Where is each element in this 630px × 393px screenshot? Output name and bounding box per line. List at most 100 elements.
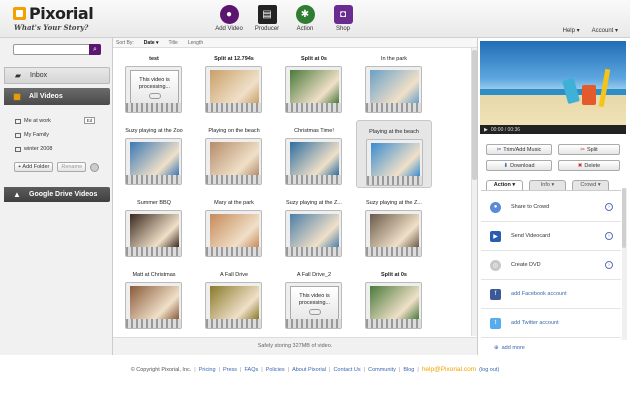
button-label: Split: [586, 146, 598, 153]
video-card[interactable]: Split at 12.794s: [196, 48, 272, 116]
video-player[interactable]: [480, 41, 626, 125]
nav-producer[interactable]: ▤ Producer: [248, 5, 286, 32]
video-card[interactable]: Summer BBQ: [116, 192, 192, 260]
video-card[interactable]: In the park: [356, 48, 432, 116]
footer-link-contact[interactable]: Contact Us: [333, 367, 360, 373]
pixorial-logo-icon: [13, 6, 26, 20]
help-email[interactable]: help@Pixorial.com: [422, 366, 476, 373]
video-card[interactable]: test This video is processing...: [116, 48, 192, 116]
video-card[interactable]: Mary at the park: [196, 192, 272, 260]
filmstrip-decoration: [367, 176, 422, 185]
folder-item[interactable]: My Family: [15, 132, 49, 138]
sidebar-item-all-videos[interactable]: ▦ All Videos: [4, 88, 110, 105]
go-arrow-icon[interactable]: ›: [605, 232, 613, 240]
video-card[interactable]: A Fall Drive_2 This video is processing..…: [276, 264, 352, 332]
folder-edit-badge[interactable]: Ed: [84, 117, 95, 124]
video-thumbnail[interactable]: [125, 210, 182, 257]
sort-date[interactable]: Date ▾: [144, 40, 159, 46]
video-thumbnail[interactable]: [205, 138, 262, 185]
video-thumbnail[interactable]: [285, 66, 342, 113]
panel-scrollbar[interactable]: [622, 188, 627, 340]
video-thumbnail[interactable]: [125, 282, 182, 329]
footer-link-pricing[interactable]: Pricing: [199, 367, 216, 373]
footer-link-blog[interactable]: Blog: [403, 367, 414, 373]
sort-title[interactable]: Title: [169, 40, 178, 46]
delete-button[interactable]: ✖ Delete: [558, 160, 620, 171]
video-thumbnail[interactable]: [125, 138, 182, 185]
add-folder-button[interactable]: + Add Folder: [14, 162, 54, 172]
google-drive-icon: ▲: [13, 190, 21, 199]
download-button[interactable]: ⬇ Download: [486, 160, 552, 171]
footer-link-press[interactable]: Press: [223, 367, 237, 373]
video-card[interactable]: A Fall Drive: [196, 264, 272, 332]
video-card[interactable]: Playing at the beach: [356, 120, 432, 188]
folder-label: winter 2008: [24, 146, 53, 152]
nav-shop[interactable]: ◘ Shop: [324, 5, 362, 32]
video-thumbnail[interactable]: [205, 210, 262, 257]
search-button[interactable]: ⌕: [89, 44, 101, 55]
rename-button[interactable]: Rename: [57, 162, 87, 172]
footer-link-policies[interactable]: Policies: [266, 367, 285, 373]
video-thumbnail[interactable]: [366, 139, 423, 186]
video-card[interactable]: Matt at Christmas: [116, 264, 192, 332]
video-card[interactable]: Split at 0s: [356, 264, 432, 332]
video-thumbnail[interactable]: This video is processing...: [125, 66, 182, 113]
sidebar-item-google-drive[interactable]: ▲ Google Drive Videos: [4, 187, 110, 202]
video-title: A Fall Drive_2: [296, 272, 332, 278]
film-reel-add-icon: ●: [219, 5, 239, 24]
video-card[interactable]: Suzy playing at the Z...: [356, 192, 432, 260]
add-more-label: add more: [501, 345, 525, 351]
folder-item[interactable]: Me at work: [15, 118, 51, 124]
action-share-to-crowd[interactable]: ● Share to Crowd ›: [481, 193, 621, 222]
footer-link-faqs[interactable]: FAQs: [244, 367, 258, 373]
folder-item[interactable]: winter 2008: [15, 146, 52, 152]
video-thumbnail[interactable]: [365, 282, 422, 329]
help-menu[interactable]: Help ▾: [563, 27, 580, 34]
video-card[interactable]: Playing on the beach: [196, 120, 272, 188]
action-add-facebook[interactable]: f add Facebook account: [481, 280, 621, 309]
add-more-link[interactable]: ⊕ add more: [494, 345, 525, 351]
split-button[interactable]: ✂ Split: [558, 144, 620, 155]
tab-action[interactable]: Action ▾: [486, 180, 523, 190]
thumbnail-image: [371, 143, 420, 176]
video-thumbnail[interactable]: This video is processing...: [285, 282, 342, 329]
folder-actions: + Add Folder Rename: [14, 162, 100, 172]
sidebar-item-label: Google Drive Videos: [29, 191, 98, 198]
delete-folder-icon[interactable]: [90, 162, 100, 172]
footer-link-community[interactable]: Community: [368, 367, 396, 373]
video-card[interactable]: Suzy playing at the Zoo: [116, 120, 192, 188]
video-card[interactable]: Split at 0s: [276, 48, 352, 116]
logout-link[interactable]: (log out): [479, 367, 499, 373]
sort-length[interactable]: Length: [188, 40, 203, 46]
search-input[interactable]: ⌕: [13, 44, 101, 55]
video-title: Suzy playing at the Z...: [286, 200, 342, 206]
go-arrow-icon[interactable]: ›: [605, 203, 613, 211]
tab-crowd[interactable]: Crowd ▾: [572, 180, 609, 190]
video-thumbnail[interactable]: [365, 66, 422, 113]
footer-link-about[interactable]: About Pixorial: [292, 367, 326, 373]
tab-info[interactable]: Info ▾: [529, 180, 566, 190]
play-icon[interactable]: ▶: [484, 127, 488, 133]
nav-action[interactable]: ✱ Action: [286, 5, 324, 32]
footer: © Copyright Pixorial, Inc. | Pricing | P…: [0, 366, 630, 373]
go-arrow-icon[interactable]: ›: [605, 261, 613, 269]
filmstrip-decoration: [366, 247, 421, 256]
scrollbar-thumb[interactable]: [622, 188, 626, 248]
action-send-videocard[interactable]: ▶ Send Videocard ›: [481, 222, 621, 251]
trim-add-music-button[interactable]: ✂ Trim/Add Music: [486, 144, 552, 155]
action-create-dvd[interactable]: ◎ Create DVD ›: [481, 251, 621, 280]
action-add-twitter[interactable]: t add Twitter account: [481, 309, 621, 338]
nav-add-video[interactable]: ● Add Video: [210, 5, 248, 32]
processing-placeholder: This video is processing...: [290, 286, 339, 320]
video-thumbnail[interactable]: [205, 66, 262, 113]
video-card[interactable]: Christmas Time!: [276, 120, 352, 188]
video-thumbnail[interactable]: [285, 138, 342, 185]
logo[interactable]: Pixorial: [13, 4, 94, 23]
video-card[interactable]: Suzy playing at the Z...: [276, 192, 352, 260]
video-thumbnail[interactable]: [365, 210, 422, 257]
account-menu[interactable]: Account ▾: [592, 27, 618, 34]
video-thumbnail[interactable]: [205, 282, 262, 329]
sidebar-item-inbox[interactable]: ▰ Inbox: [4, 67, 110, 84]
video-thumbnail[interactable]: [285, 210, 342, 257]
detail-panel: ▶ 00:00 / 00:36 ✂ Trim/Add Music ✂ Split ⬇…: [477, 38, 627, 355]
